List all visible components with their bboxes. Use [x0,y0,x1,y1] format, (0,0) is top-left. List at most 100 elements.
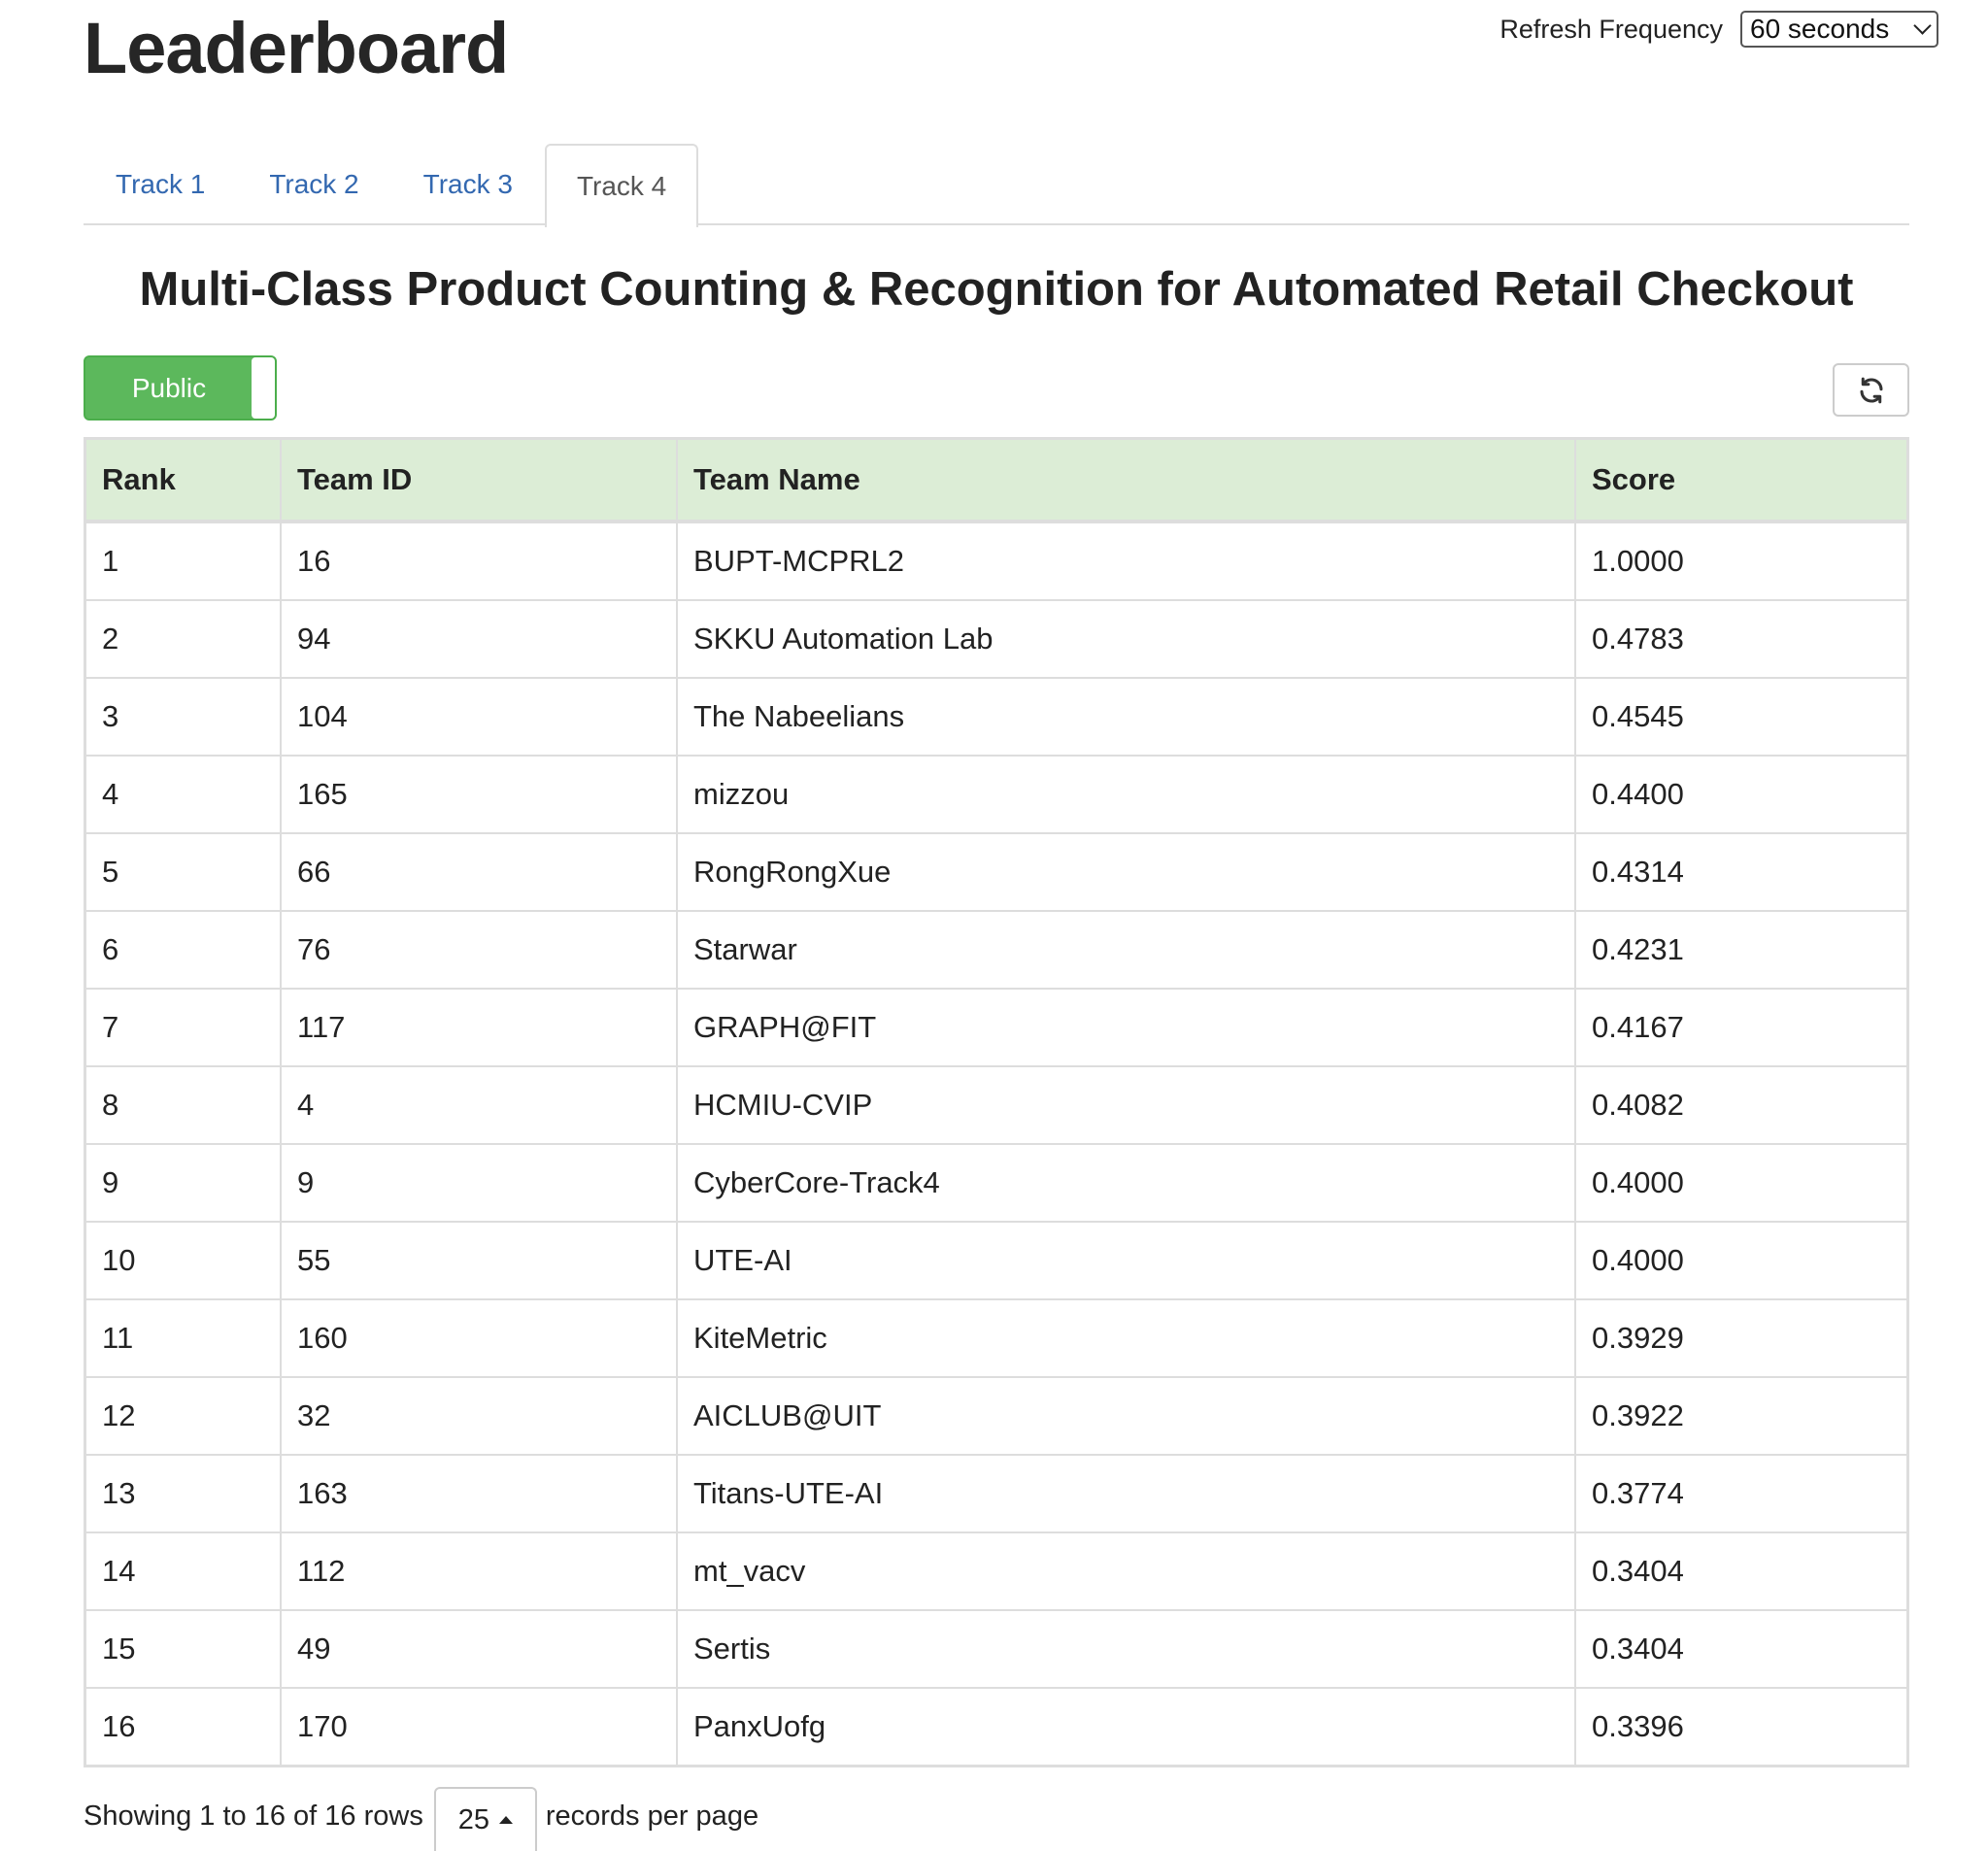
rank-cell: 1 [86,521,282,601]
column-header-team-name[interactable]: Team Name [676,440,1576,523]
team-id-cell: 4 [280,1065,678,1145]
score-cell: 0.4000 [1574,1143,1906,1223]
public-toggle[interactable]: Public [84,355,277,421]
team-id-cell: 165 [280,755,678,834]
rank-cell: 16 [86,1687,282,1765]
score-cell: 0.3396 [1574,1687,1906,1765]
refresh-icon [1860,377,1882,403]
page-size-value: 25 [457,1803,489,1835]
rank-cell: 11 [86,1298,282,1378]
tab-track-1[interactable]: Track 1 [84,144,237,223]
table-header-row: Rank Team ID Team Name Score [86,440,1906,523]
chevron-down-icon [1913,17,1932,35]
team-name-cell: CyberCore-Track4 [676,1143,1576,1223]
score-cell: 0.3404 [1574,1609,1906,1689]
page-size-dropdown[interactable]: 25 [433,1787,537,1851]
team-id-cell: 16 [280,521,678,601]
table-row: 7 117 GRAPH@FIT 0.4167 [86,988,1906,1067]
rank-cell: 5 [86,832,282,912]
score-cell: 0.4545 [1574,677,1906,757]
score-cell: 0.3922 [1574,1376,1906,1456]
team-name-cell: RongRongXue [676,832,1576,912]
pagination-info: Showing 1 to 16 of 16 rows [84,1800,423,1832]
rank-cell: 3 [86,677,282,757]
table-body: 1 16 BUPT-MCPRL2 1.0000 2 94 SKKU Automation L… [86,521,1906,1765]
rank-cell: 9 [86,1143,282,1223]
rank-cell: 10 [86,1221,282,1300]
team-id-cell: 76 [280,910,678,990]
team-name-cell: Titans-UTE-AI [676,1454,1576,1533]
refresh-frequency: Refresh Frequency 60 seconds [1499,11,1938,48]
table-row: 13 163 Titans-UTE-AI 0.3774 [86,1454,1906,1533]
score-cell: 0.4231 [1574,910,1906,990]
team-name-cell: mizzou [676,755,1576,834]
score-cell: 0.4082 [1574,1065,1906,1145]
team-name-cell: UTE-AI [676,1221,1576,1300]
tab-track-2[interactable]: Track 2 [237,144,390,223]
table-row: 3 104 The Nabeelians 0.4545 [86,677,1906,757]
table-row: 2 94 SKKU Automation Lab 0.4783 [86,599,1906,679]
refresh-frequency-value: 60 seconds [1750,14,1890,44]
team-name-cell: AICLUB@UIT [676,1376,1576,1456]
caret-up-icon [498,1816,513,1824]
table-row: 9 9 CyberCore-Track4 0.4000 [86,1143,1906,1223]
team-name-cell: SKKU Automation Lab [676,599,1576,679]
table-row: 16 170 PanxUofg 0.3396 [86,1687,1906,1765]
table-row: 15 49 Sertis 0.3404 [86,1609,1906,1689]
rank-cell: 15 [86,1609,282,1689]
table-row: 12 32 AICLUB@UIT 0.3922 [86,1376,1906,1456]
score-cell: 1.0000 [1574,521,1906,601]
column-header-rank[interactable]: Rank [86,440,282,523]
track-tabs: Track 1 Track 2 Track 3 Track 4 [84,144,1909,227]
team-name-cell: Starwar [676,910,1576,990]
toggle-handle [252,357,275,419]
rank-cell: 14 [86,1531,282,1611]
rank-cell: 6 [86,910,282,990]
team-id-cell: 117 [280,988,678,1067]
team-name-cell: BUPT-MCPRL2 [676,521,1576,601]
tab-track-3[interactable]: Track 3 [391,144,545,223]
column-header-team-id[interactable]: Team ID [280,440,678,523]
team-name-cell: KiteMetric [676,1298,1576,1378]
table-row: 10 55 UTE-AI 0.4000 [86,1221,1906,1300]
tab-track-4[interactable]: Track 4 [544,144,699,227]
rank-cell: 12 [86,1376,282,1456]
rank-cell: 7 [86,988,282,1067]
refresh-frequency-label: Refresh Frequency [1499,14,1723,44]
team-id-cell: 9 [280,1143,678,1223]
rank-cell: 8 [86,1065,282,1145]
table-row: 14 112 mt_vacv 0.3404 [86,1531,1906,1611]
team-name-cell: PanxUofg [676,1687,1576,1765]
page-size-suffix: records per page [545,1800,759,1832]
table-row: 8 4 HCMIU-CVIP 0.4082 [86,1065,1906,1145]
table-row: 1 16 BUPT-MCPRL2 1.0000 [86,521,1906,601]
column-header-score[interactable]: Score [1574,440,1906,523]
team-id-cell: 32 [280,1376,678,1456]
team-name-cell: Sertis [676,1609,1576,1689]
table-row: 11 160 KiteMetric 0.3929 [86,1298,1906,1378]
rank-cell: 4 [86,755,282,834]
pagination: Showing 1 to 16 of 16 rows 25 records pe… [84,1781,758,1851]
team-name-cell: HCMIU-CVIP [676,1065,1576,1145]
refresh-button[interactable] [1833,363,1909,417]
refresh-frequency-select[interactable]: 60 seconds [1740,11,1938,48]
team-id-cell: 163 [280,1454,678,1533]
table-row: 6 76 Starwar 0.4231 [86,910,1906,990]
team-name-cell: GRAPH@FIT [676,988,1576,1067]
track-title: Multi-Class Product Counting & Recogniti… [139,263,1854,316]
rank-cell: 13 [86,1454,282,1533]
score-cell: 0.3404 [1574,1531,1906,1611]
table-row: 5 66 RongRongXue 0.4314 [86,832,1906,912]
public-toggle-label: Public [131,373,207,403]
table-row: 4 165 mizzou 0.4400 [86,755,1906,834]
team-name-cell: mt_vacv [676,1531,1576,1611]
page-title: Leaderboard [84,8,509,88]
team-id-cell: 170 [280,1687,678,1765]
score-cell: 0.3929 [1574,1298,1906,1378]
score-cell: 0.4000 [1574,1221,1906,1300]
team-id-cell: 104 [280,677,678,757]
leaderboard-table: Rank Team ID Team Name Score 1 16 BUPT-MCP… [84,437,1909,1767]
team-name-cell: The Nabeelians [676,677,1576,757]
score-cell: 0.4167 [1574,988,1906,1067]
team-id-cell: 94 [280,599,678,679]
